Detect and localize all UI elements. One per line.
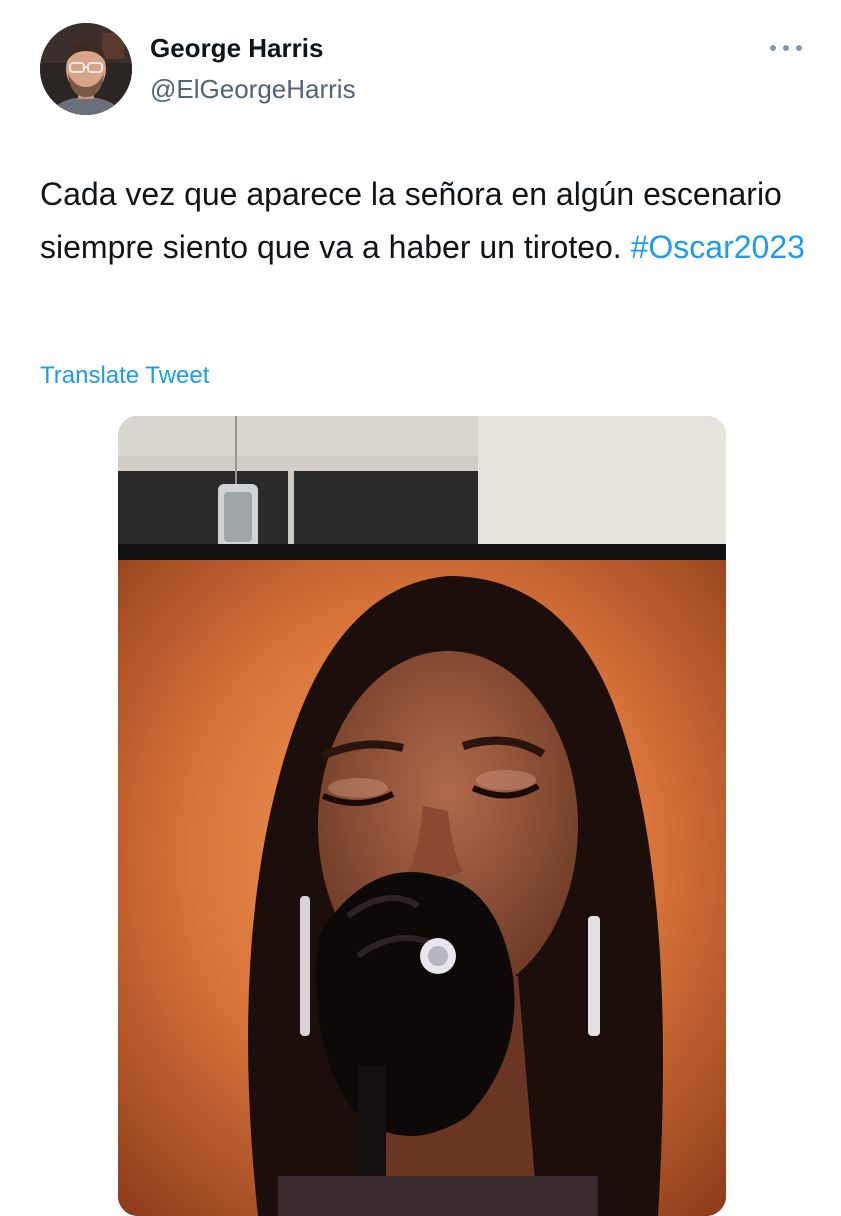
author-handle[interactable]: @ElGeorgeHarris — [150, 74, 356, 105]
avatar[interactable] — [40, 23, 132, 115]
tweet-media-photo[interactable] — [118, 416, 726, 1216]
hashtag-link[interactable]: #Oscar2023 — [631, 229, 805, 265]
author-display-name[interactable]: George Harris — [150, 33, 323, 64]
more-options-button[interactable] — [766, 36, 806, 60]
more-horizontal-icon — [770, 45, 802, 51]
profile-photo-icon — [40, 23, 132, 115]
photo-image — [118, 416, 726, 1216]
translate-tweet-link[interactable]: Translate Tweet — [40, 362, 209, 390]
tweet-text: Cada vez que aparece la señora en algún … — [40, 168, 810, 274]
